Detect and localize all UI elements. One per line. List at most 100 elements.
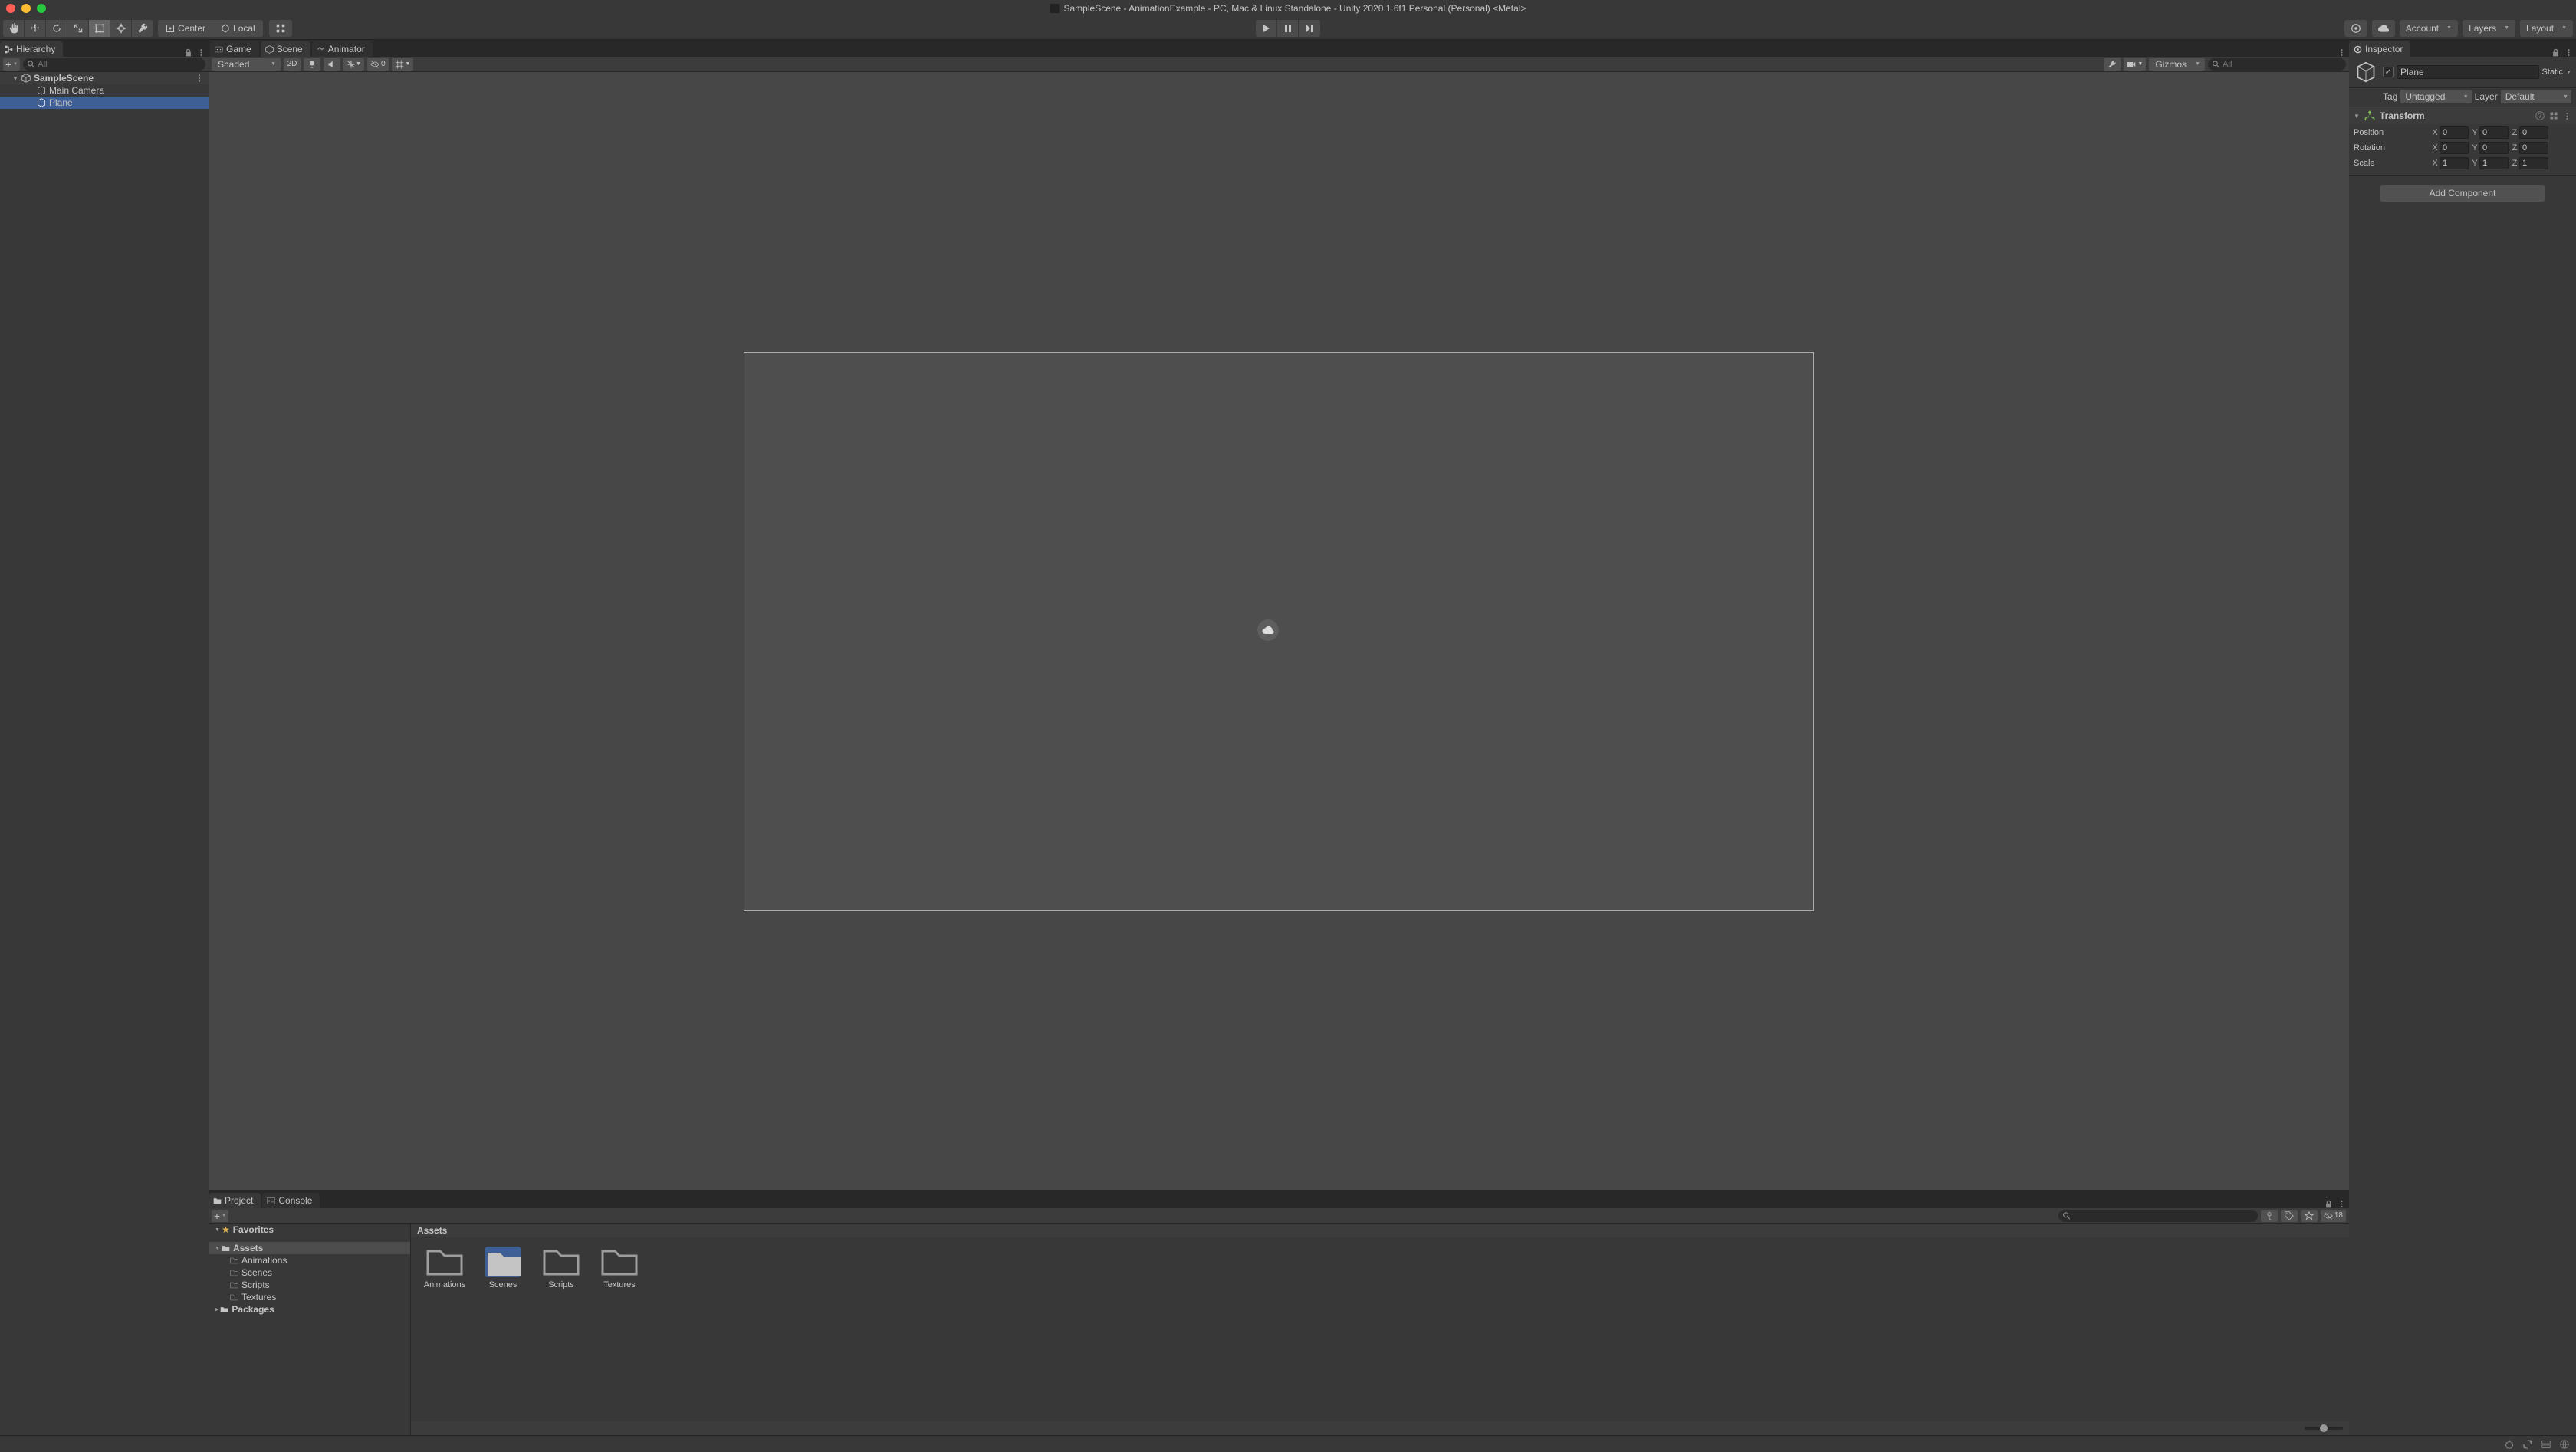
asset-scripts[interactable]: Scripts <box>537 1247 586 1412</box>
layout-dropdown[interactable]: Layout <box>2520 20 2573 37</box>
scene-camera[interactable]: ▼ <box>2124 58 2146 71</box>
panel-menu-icon[interactable] <box>2338 48 2346 57</box>
hierarchy-item-main-camera[interactable]: Main Camera <box>0 84 209 97</box>
custom-tool[interactable] <box>132 20 153 37</box>
scene-search[interactable] <box>2208 58 2346 71</box>
hierarchy-search-input[interactable] <box>38 60 201 69</box>
lock-icon[interactable] <box>184 48 192 57</box>
gameobject-name-input[interactable]: Plane <box>2397 65 2539 79</box>
hand-tool[interactable] <box>3 20 25 37</box>
lock-icon[interactable] <box>2551 48 2560 57</box>
scale-y-input[interactable] <box>2479 157 2509 169</box>
snap-settings[interactable] <box>269 20 292 37</box>
asset-zoom-slider[interactable] <box>2305 1427 2343 1430</box>
hidden-objects[interactable]: 0 <box>367 58 389 71</box>
preset-icon[interactable] <box>2549 111 2558 120</box>
project-tab[interactable]: Project <box>209 1193 261 1208</box>
tag-dropdown[interactable]: Untagged <box>2400 90 2471 103</box>
static-dropdown[interactable]: ▼ <box>2566 70 2571 75</box>
play-button[interactable] <box>1256 20 1277 37</box>
gameobject-icon[interactable] <box>2354 60 2378 84</box>
hierarchy-tab[interactable]: Hierarchy <box>0 41 63 57</box>
search-by-label[interactable] <box>2281 1210 2298 1222</box>
component-menu-icon[interactable] <box>2563 112 2571 120</box>
account-dropdown[interactable]: Account <box>2400 20 2458 37</box>
rotate-tool[interactable] <box>46 20 67 37</box>
hierarchy-add-button[interactable]: + <box>3 58 20 71</box>
hierarchy-item-plane[interactable]: Plane <box>0 97 209 109</box>
layers-dropdown[interactable]: Layers <box>2463 20 2515 37</box>
transform-header[interactable]: Transform ? <box>2349 107 2576 124</box>
asset-breadcrumb[interactable]: Assets <box>411 1224 2349 1237</box>
asset-animations[interactable]: Animations <box>420 1247 469 1412</box>
window-maximize[interactable] <box>37 4 46 13</box>
transform-tool[interactable] <box>110 20 132 37</box>
window-minimize[interactable] <box>21 4 31 13</box>
scale-tool[interactable] <box>67 20 89 37</box>
pivot-local[interactable]: Local <box>213 20 263 37</box>
cloud-button[interactable] <box>2372 20 2395 37</box>
bug-icon[interactable] <box>2504 1439 2515 1450</box>
help-icon[interactable]: ? <box>2535 111 2545 120</box>
scene-row[interactable]: SampleScene <box>0 72 209 84</box>
gizmos-dropdown[interactable]: Gizmos <box>2149 58 2205 71</box>
rotation-y-input[interactable] <box>2479 142 2509 154</box>
console-tab[interactable]: Console <box>262 1193 320 1208</box>
asset-scenes[interactable]: Scenes <box>478 1247 527 1412</box>
packages-folder[interactable]: Packages <box>209 1303 410 1316</box>
folder-scenes[interactable]: Scenes <box>209 1266 410 1279</box>
scene-viewport[interactable] <box>209 72 2349 1190</box>
collab-button[interactable] <box>2344 20 2367 37</box>
pause-button[interactable] <box>1277 20 1299 37</box>
global-illumination-icon[interactable] <box>2559 1439 2570 1450</box>
add-component-button[interactable]: Add Component <box>2380 185 2545 202</box>
save-search[interactable] <box>2301 1210 2318 1222</box>
folder-scripts[interactable]: Scripts <box>209 1279 410 1291</box>
plane-gizmo[interactable] <box>744 352 1814 911</box>
panel-menu-icon[interactable] <box>197 48 205 57</box>
lock-icon[interactable] <box>2325 1200 2333 1208</box>
rotation-z-input[interactable] <box>2519 142 2548 154</box>
grid-toggle[interactable]: ▼ <box>392 58 414 71</box>
panel-menu-icon[interactable] <box>2338 1200 2346 1208</box>
scene-tab[interactable]: Scene <box>261 41 310 57</box>
hierarchy-search[interactable] <box>23 58 205 71</box>
audio-toggle[interactable] <box>324 58 340 71</box>
auto-refresh-icon[interactable] <box>2522 1439 2533 1450</box>
panel-menu-icon[interactable] <box>2564 48 2573 57</box>
rect-tool[interactable] <box>89 20 110 37</box>
favorites-folder[interactable]: ★ Favorites <box>209 1224 410 1236</box>
folder-textures[interactable]: Textures <box>209 1291 410 1303</box>
layer-dropdown[interactable]: Default <box>2501 90 2571 103</box>
lighting-toggle[interactable] <box>304 58 320 71</box>
step-button[interactable] <box>1299 20 1320 37</box>
project-search[interactable] <box>2058 1210 2258 1222</box>
asset-textures[interactable]: Textures <box>595 1247 644 1412</box>
gameobject-active-checkbox[interactable] <box>2383 67 2394 77</box>
rotation-x-input[interactable] <box>2440 142 2469 154</box>
project-add-button[interactable]: + <box>212 1210 228 1222</box>
2d-toggle[interactable]: 2D <box>284 58 301 71</box>
animator-tab[interactable]: Animator <box>312 41 373 57</box>
folder-animations[interactable]: Animations <box>209 1254 410 1266</box>
position-y-input[interactable] <box>2479 126 2509 139</box>
window-close[interactable] <box>6 4 15 13</box>
game-tab[interactable]: Game <box>210 41 259 57</box>
assets-folder[interactable]: Assets <box>209 1242 410 1254</box>
inspector-tab[interactable]: Inspector <box>2349 41 2410 57</box>
project-search-input[interactable] <box>2073 1211 2253 1220</box>
hidden-packages[interactable]: 18 <box>2321 1210 2346 1222</box>
move-tool[interactable] <box>25 20 46 37</box>
scene-tools[interactable] <box>2104 58 2121 71</box>
pivot-center[interactable]: Center <box>158 20 213 37</box>
scale-x-input[interactable] <box>2440 157 2469 169</box>
search-by-type[interactable] <box>2261 1210 2278 1222</box>
position-x-input[interactable] <box>2440 126 2469 139</box>
shading-mode-dropdown[interactable]: Shaded <box>212 58 281 71</box>
scene-menu-icon[interactable] <box>195 74 204 83</box>
scene-search-input[interactable] <box>2223 60 2341 69</box>
position-z-input[interactable] <box>2519 126 2548 139</box>
scale-z-input[interactable] <box>2519 157 2548 169</box>
fx-toggle[interactable]: ▼ <box>343 58 364 71</box>
cache-server-icon[interactable] <box>2541 1439 2551 1450</box>
